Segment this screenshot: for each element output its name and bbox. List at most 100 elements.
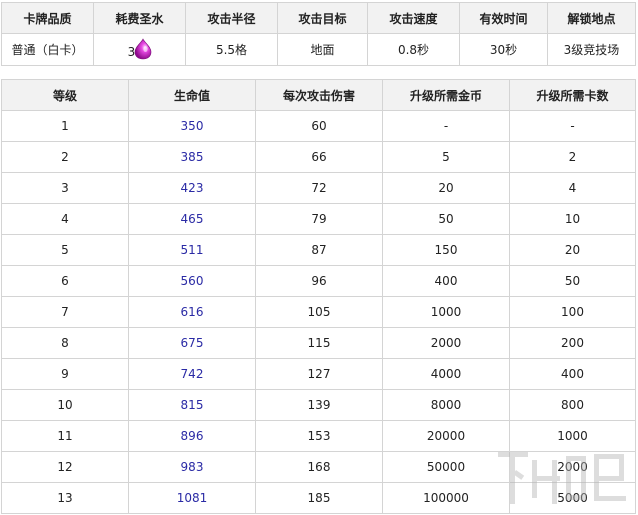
- table-row: 3 423 72 20 4: [1, 172, 636, 204]
- cell-hp: 423: [128, 172, 256, 204]
- cell-level: 3: [1, 172, 129, 204]
- cell-hp: 1081: [128, 482, 256, 514]
- header-hp: 生命值: [128, 79, 256, 111]
- cell-cards: 50: [509, 265, 636, 297]
- cell-hp: 350: [128, 110, 256, 142]
- quality-value: 普通（白卡）: [1, 33, 94, 66]
- cell-damage: 115: [255, 327, 383, 359]
- level-table-body: 1 350 60- -2 385 66 5 2 3 423 72 20 4 4 465 79 50 10 5 511 8…: [1, 110, 636, 514]
- cell-damage: 127: [255, 358, 383, 390]
- cell-gold: 4000: [382, 358, 510, 390]
- cell-hp: 675: [128, 327, 256, 359]
- cell-cards: 1000: [509, 420, 636, 452]
- cell-level: 4: [1, 203, 129, 235]
- cell-hp: 560: [128, 265, 256, 297]
- cost-cell: 3: [93, 33, 186, 66]
- table-row: 10 815 139 8000 800: [1, 389, 636, 421]
- table-row: 7 616 105 1000 100: [1, 296, 636, 328]
- cell-hp: 742: [128, 358, 256, 390]
- cell-damage: 168: [255, 451, 383, 483]
- header-range: 攻击半径: [185, 2, 278, 34]
- cell-gold: 400: [382, 265, 510, 297]
- cell-hp: 896: [128, 420, 256, 452]
- cell-cards: 2000: [509, 451, 636, 483]
- cell-level: 9: [1, 358, 129, 390]
- table-row: 9 742 127 4000 400: [1, 358, 636, 390]
- header-level: 等级: [1, 79, 129, 111]
- cell-hp: 815: [128, 389, 256, 421]
- cell-hp: 465: [128, 203, 256, 235]
- unlock-value: 3级竞技场: [547, 33, 636, 66]
- cell-level: 10: [1, 389, 129, 421]
- cell-gold: 20: [382, 172, 510, 204]
- table-row: 8 675 115 2000 200: [1, 327, 636, 359]
- cell-cards: 400: [509, 358, 636, 390]
- cell-level: 6: [1, 265, 129, 297]
- cell-damage: 105: [255, 296, 383, 328]
- table-row: 1 350 60- -: [1, 110, 636, 142]
- cell-level: 8: [1, 327, 129, 359]
- cell-cards: 100: [509, 296, 636, 328]
- cell-gold: 5: [382, 141, 510, 173]
- cell-damage: 185: [255, 482, 383, 514]
- cell-level: 11: [1, 420, 129, 452]
- cell-hp: 511: [128, 234, 256, 266]
- cell-damage: 139: [255, 389, 383, 421]
- header-duration: 有效时间: [459, 2, 548, 34]
- table-row: 2 385 66 5 2: [1, 141, 636, 173]
- table-row: 13 1081 185 100000 5000: [1, 482, 636, 514]
- table-row: 4 465 79 50 10: [1, 203, 636, 235]
- cell-damage: 96: [255, 265, 383, 297]
- cell-gold: 150: [382, 234, 510, 266]
- cell-cards: 200: [509, 327, 636, 359]
- cell-cards: 2: [509, 141, 636, 173]
- cell-level: 2: [1, 141, 129, 173]
- cell-gold: 20000: [382, 420, 510, 452]
- cell-cards: 5000: [509, 482, 636, 514]
- cell-cards: 4: [509, 172, 636, 204]
- cell-level: 7: [1, 296, 129, 328]
- cell-hp: 616: [128, 296, 256, 328]
- elixir-drop-icon: [134, 38, 152, 60]
- header-gold: 升级所需金币: [382, 79, 510, 111]
- cell-level: 5: [1, 234, 129, 266]
- page: 卡牌品质 耗费圣水 攻击半径 攻击目标 攻击速度 有效时间 解锁地点 普通（白卡…: [0, 0, 638, 515]
- header-quality: 卡牌品质: [1, 2, 94, 34]
- cell-cards: 800: [509, 389, 636, 421]
- cell-gold: 8000: [382, 389, 510, 421]
- cell-damage: 66: [255, 141, 383, 173]
- cell-cards: 20: [509, 234, 636, 266]
- cell-damage: 153: [255, 420, 383, 452]
- header-cost: 耗费圣水: [93, 2, 186, 34]
- cell-damage: 79: [255, 203, 383, 235]
- cell-damage: 87: [255, 234, 383, 266]
- cell-level: 13: [1, 482, 129, 514]
- cell-gold: 2000: [382, 327, 510, 359]
- header-damage: 每次攻击伤害: [255, 79, 383, 111]
- table-row: 11 896 153 20000 1000: [1, 420, 636, 452]
- duration-value: 30秒: [459, 33, 548, 66]
- header-speed: 攻击速度: [367, 2, 460, 34]
- cell-cards: -: [509, 110, 636, 142]
- cell-damage: 60: [255, 110, 383, 142]
- header-unlock: 解锁地点: [547, 2, 636, 34]
- table-row: 6 560 96 400 50: [1, 265, 636, 297]
- cell-gold: 50000: [382, 451, 510, 483]
- cell-cards: 10: [509, 203, 636, 235]
- cell-gold: 50: [382, 203, 510, 235]
- cell-gold: 100000: [382, 482, 510, 514]
- cell-level: 12: [1, 451, 129, 483]
- cell-hp: 385: [128, 141, 256, 173]
- level-table: 等级 生命值 每次攻击伤害 升级所需金币 升级所需卡数 1 350 60- -2 385…: [1, 79, 636, 514]
- card-info-header-row: 卡牌品质 耗费圣水 攻击半径 攻击目标 攻击速度 有效时间 解锁地点: [1, 2, 636, 34]
- speed-value: 0.8秒: [367, 33, 460, 66]
- table-row: 12 983 168 50000 2000: [1, 451, 636, 483]
- header-cards: 升级所需卡数: [509, 79, 636, 111]
- cell-hp: 983: [128, 451, 256, 483]
- range-value: 5.5格: [185, 33, 278, 66]
- cell-gold: 1000: [382, 296, 510, 328]
- table-row: 5 511 87 150 20: [1, 234, 636, 266]
- level-header-row: 等级 生命值 每次攻击伤害 升级所需金币 升级所需卡数: [1, 79, 636, 111]
- cell-gold: -: [382, 110, 510, 142]
- card-info-table: 卡牌品质 耗费圣水 攻击半径 攻击目标 攻击速度 有效时间 解锁地点 普通（白卡…: [1, 2, 636, 66]
